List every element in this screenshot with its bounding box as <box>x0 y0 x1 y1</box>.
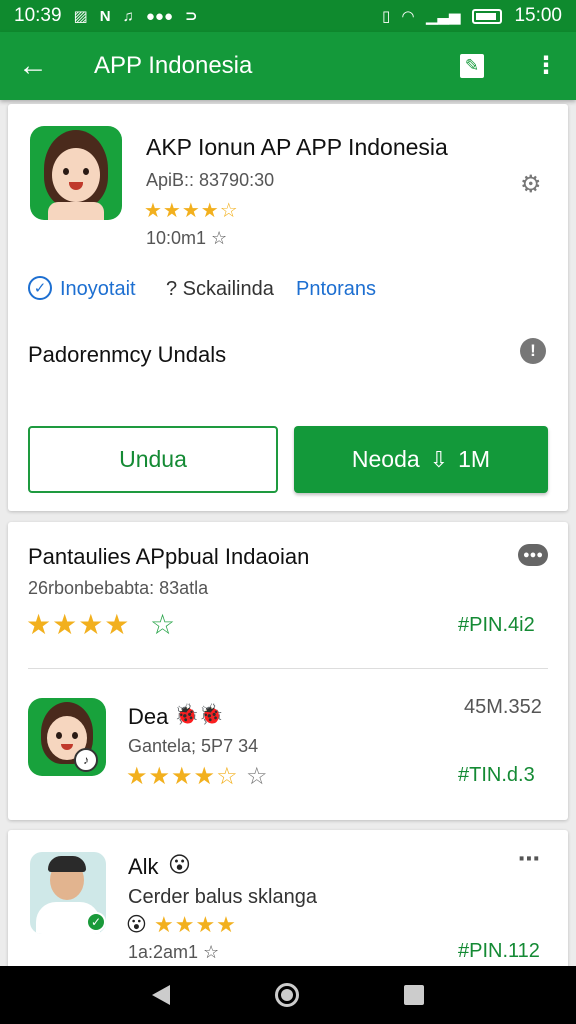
user-right-bottom: #PIN.112 <box>458 940 540 962</box>
primary-button-label: Neoda <box>351 446 420 472</box>
review-item-right-top: 45M.352 <box>464 696 542 718</box>
review-header-stars: ★★★★ <box>26 609 131 640</box>
vibrate-icon: ▯ <box>382 8 391 25</box>
page-title: APP Indonesia <box>94 52 253 79</box>
rating-stars: ★★★★☆ <box>144 200 239 222</box>
primary-button[interactable]: Neoda ⇩ 1M <box>294 426 548 493</box>
more-icon[interactable]: ⋯ <box>518 846 540 872</box>
info-text: ? Sckailinda <box>166 278 274 300</box>
edit-icon[interactable]: ✎ <box>460 54 484 78</box>
battery-icon <box>472 8 503 24</box>
app-icon <box>30 126 122 220</box>
mouth <box>61 744 73 750</box>
review-header-star-outline: ☆ <box>150 609 176 640</box>
gallery-icon: ▨ <box>73 8 88 25</box>
divider <box>28 668 548 669</box>
info-link[interactable]: Pntorans <box>296 278 376 301</box>
nav-home-icon[interactable] <box>274 983 299 1007</box>
nav-back-icon[interactable] <box>152 985 171 1005</box>
back-arrow-icon[interactable]: ← <box>18 49 62 83</box>
user-meta: 1a:2am1 ☆ <box>128 942 220 962</box>
status-time: 10:39 <box>14 5 62 26</box>
user-name: Alk <box>128 854 159 879</box>
avatar-hair <box>48 856 86 872</box>
alert-icon[interactable]: ! <box>520 338 546 364</box>
app-meta: 10:0m1 ☆ <box>146 228 228 248</box>
review-item-stars: ★★★★☆ <box>126 763 239 790</box>
secondary-button[interactable]: Undua <box>28 426 278 493</box>
more-options-icon[interactable]: ⋮ <box>534 54 558 78</box>
app-title: AKP Ionun AP APP Indonesia <box>146 134 448 160</box>
eye-left <box>56 732 62 739</box>
user-stars: ★★★★ <box>154 912 237 937</box>
download-icon: ⇩ <box>429 446 449 472</box>
user-card: ✓ Alk 😮 Cerder balus sklanga 😮 ★★★★ 1a:2… <box>8 830 568 970</box>
verified-text[interactable]: Inoyotait <box>60 278 136 301</box>
section-label: Padorenmcy Undals <box>28 342 227 367</box>
comment-icon[interactable]: ●●● <box>518 544 548 566</box>
review-item-sub: Gantela; 5P7 34 <box>128 736 259 756</box>
n-icon: N <box>99 7 111 25</box>
system-nav-bar <box>0 966 576 1024</box>
app-detail-card: AKP Ionun AP APP Indonesia ApiB:: 83790:… <box>8 104 568 511</box>
status-bar: 10:39 ▨ N ♫ ●●● ⊃ ▯ ◠ ▁▃▅ 15:00 <box>0 0 576 32</box>
wifi-icon: ◠ <box>402 8 414 25</box>
bug-badge-icon: 🐞🐞 <box>174 704 224 726</box>
loading-icon[interactable]: ⚙ <box>520 170 542 199</box>
eye-right <box>72 732 78 739</box>
status-time-right: 15:00 <box>514 5 562 26</box>
face-shape <box>52 148 100 202</box>
app-subtitle: ApiB:: 83790:30 <box>146 170 275 190</box>
review-header-sub: 26rbonbebabta: 83atla <box>28 578 209 598</box>
review-avatar: ♪ <box>28 698 106 776</box>
review-item-right-bottom: #TIN.d.3 <box>458 764 535 786</box>
badge-icon: ♪ <box>74 748 98 772</box>
app-bar: ← APP Indonesia ✎ ⋮ <box>0 32 576 100</box>
user-avatar: ✓ <box>30 852 106 934</box>
review-header-value: #PIN.4i2 <box>458 614 535 636</box>
primary-button-suffix: 1M <box>458 446 491 472</box>
link-icon: ⊃ <box>185 8 198 25</box>
music-icon: ♫ <box>122 7 134 25</box>
mouth <box>69 182 83 190</box>
verified-badge-icon: ✓ <box>86 912 106 932</box>
signal-icon: ▁▃▅ <box>425 8 461 25</box>
surprised-emoji-icon: 😮 <box>168 852 191 877</box>
eye-left <box>63 168 69 175</box>
dots-icon: ●●● <box>145 7 174 25</box>
review-header-title: Pantaulies APpbual Indaoian <box>28 544 310 569</box>
eye-right <box>83 168 89 175</box>
review-item-name: Dea <box>128 704 169 729</box>
review-item-star-outline: ☆ <box>246 763 268 790</box>
shoulders <box>48 202 104 220</box>
emoji-star-icon: 😮 <box>126 914 147 936</box>
verified-check-icon: ✓ <box>28 276 52 300</box>
user-sub: Cerder balus sklanga <box>128 886 317 908</box>
review-card: Pantaulies APpbual Indaoian 26rbonbebabt… <box>8 522 568 820</box>
nav-recents-icon[interactable] <box>403 985 424 1005</box>
